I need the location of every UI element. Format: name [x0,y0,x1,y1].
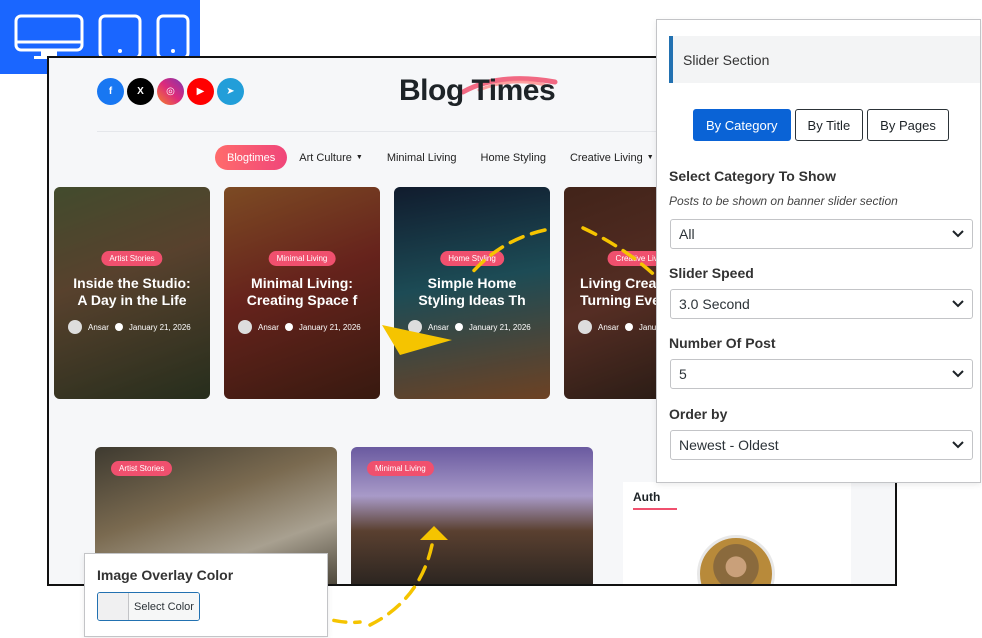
select-color-button[interactable]: Select Color [97,592,200,621]
chevron-down-icon [952,441,964,449]
widget-title: Auth [633,490,661,504]
tablet-icon[interactable] [98,14,142,60]
mobile-icon[interactable] [156,14,190,60]
site-logo[interactable]: Blog Times [399,74,556,108]
main-nav: Blogtimes Art Culture ▼ Minimal Living Ho… [215,145,666,170]
overlay-color-control: Image Overlay Color Select Color [84,553,328,637]
nav-item-home-styling[interactable]: Home Styling [469,152,558,164]
nav-item-minimal-living[interactable]: Minimal Living [375,152,469,164]
telegram-icon[interactable]: ➤ [217,78,244,105]
post-date: January 21, 2026 [468,322,531,332]
slider-card[interactable]: Artist Stories Inside the Studio: A Day i… [54,187,210,399]
tab-by-pages[interactable]: By Pages [867,109,949,141]
clock-icon [624,323,633,331]
card-title[interactable]: Inside the Studio: A Day in the Life [60,275,204,309]
nav-label: Minimal Living [386,151,457,164]
social-links: f X ◎ ▶ ➤ [97,78,244,105]
avatar [238,320,252,334]
tab-by-category[interactable]: By Category [693,109,791,141]
chevron-down-icon [952,300,964,308]
avatar [408,320,422,334]
overlay-color-label: Image Overlay Color [97,567,234,583]
clock-icon [284,323,293,331]
author-avatar[interactable] [697,535,775,584]
category-badge[interactable]: Artist Stories [111,461,173,476]
youtube-icon[interactable]: ▶ [187,78,214,105]
desktop-icon[interactable] [14,14,84,60]
instagram-icon[interactable]: ◎ [157,78,184,105]
avatar [578,320,592,334]
source-tabs: By Category By Title By Pages [693,109,949,141]
nav-item-art-culture[interactable]: Art Culture ▼ [287,152,375,164]
select-color-label: Select Color [129,593,199,620]
author-widget: Auth [623,482,851,584]
color-swatch[interactable] [98,593,129,620]
author-name: Ansar [258,322,279,332]
facebook-icon[interactable]: f [97,78,124,105]
category-description: Posts to be shown on banner slider secti… [669,194,898,208]
caret-down-icon: ▼ [646,154,654,161]
author-name: Ansar [428,322,449,332]
category-badge[interactable]: Home Styling [440,251,504,266]
post-date: January 21, 2026 [128,322,191,332]
title-underline [633,508,677,510]
order-label: Order by [669,406,728,422]
nav-label: Creative Living [569,151,643,164]
clock-icon [454,323,463,331]
nav-item-creative-living[interactable]: Creative Living ▼ [558,152,666,164]
chevron-down-icon [952,230,964,238]
card-meta: Ansar January 21, 2026 [68,320,191,334]
post-count-label: Number Of Post [669,335,776,351]
card-title[interactable]: Minimal Living: Creating Space f [230,275,374,309]
select-value: 5 [679,366,687,382]
category-badge[interactable]: Minimal Living [268,251,336,266]
chevron-down-icon [952,370,964,378]
card-title[interactable]: Simple Home Styling Ideas Th [400,275,544,309]
slider-card[interactable]: Minimal Living Minimal Living: Creating S… [224,187,380,399]
category-badge[interactable]: Artist Stories [101,251,163,266]
card-meta: Ansar January 21, 2026 [408,320,531,334]
x-icon[interactable]: X [127,78,154,105]
speed-select[interactable]: 3.0 Second [670,289,973,319]
category-badge[interactable]: Minimal Living [367,461,434,476]
caret-down-icon: ▼ [355,154,363,161]
select-value: 3.0 Second [679,296,750,312]
category-label: Select Category To Show [669,168,836,184]
author-name: Ansar [88,322,109,332]
speed-label: Slider Speed [669,265,754,281]
slider-settings-panel: Slider Section By Category By Title By P… [656,19,981,483]
post-count-select[interactable]: 5 [670,359,973,389]
nav-label: Blogtimes [227,151,276,164]
nav-label: Home Styling [480,151,546,164]
nav-label: Art Culture [299,151,352,164]
slider-card[interactable]: Home Styling Simple Home Styling Ideas Th… [394,187,550,399]
author-name: Ansar [598,322,619,332]
clock-icon [114,323,123,331]
panel-title: Slider Section [669,36,980,83]
banner-slider: Artist Stories Inside the Studio: A Day i… [54,187,720,399]
card-meta: Ansar January 21, 2026 [238,320,361,334]
category-select[interactable]: All [670,219,973,249]
select-value: Newest - Oldest [679,437,779,453]
tab-by-title[interactable]: By Title [794,109,864,141]
post-card[interactable]: Minimal Living [351,447,593,584]
order-select[interactable]: Newest - Oldest [670,430,973,460]
avatar [68,320,82,334]
nav-item-blogtimes[interactable]: Blogtimes [215,145,288,170]
select-value: All [679,226,695,242]
post-date: January 21, 2026 [298,322,361,332]
